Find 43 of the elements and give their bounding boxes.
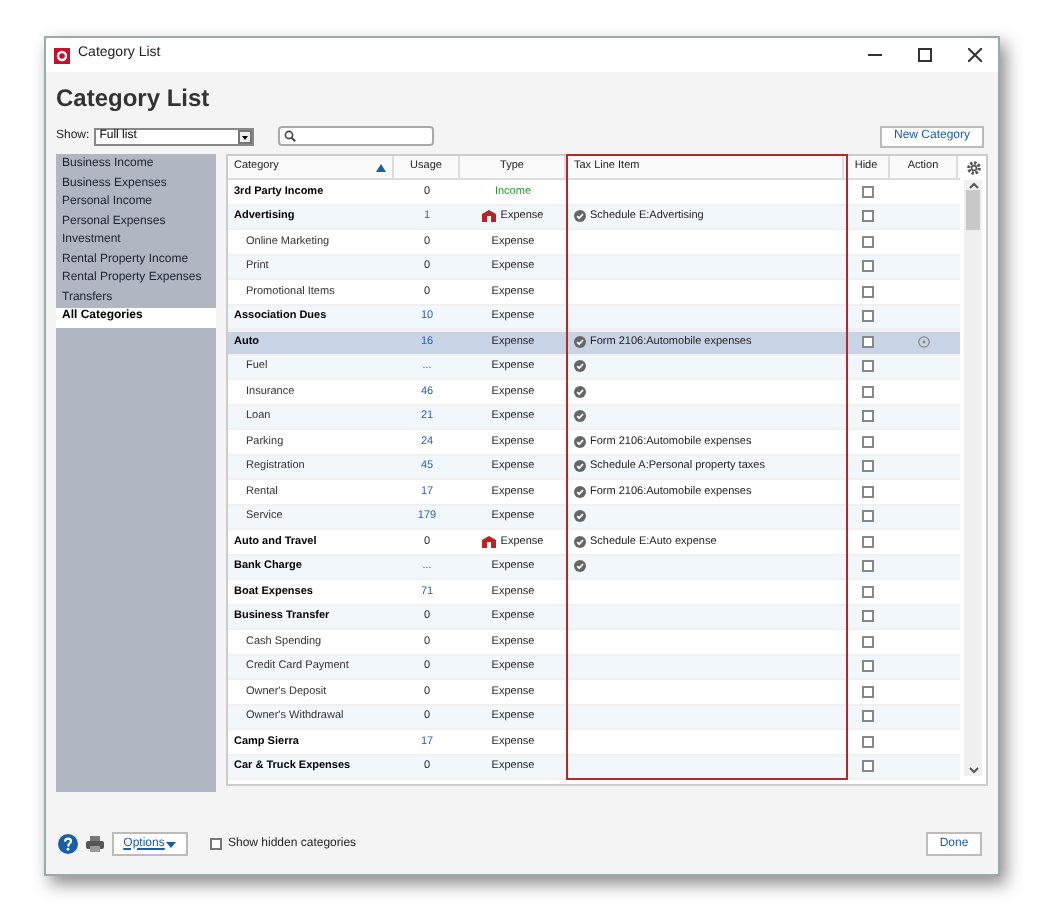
scroll-down-icon[interactable] — [967, 766, 980, 776]
hide-checkbox[interactable] — [861, 285, 873, 298]
hide-checkbox[interactable] — [861, 560, 873, 573]
hide-checkbox[interactable] — [861, 460, 873, 473]
hide-checkbox[interactable] — [861, 585, 873, 598]
scrollbar-thumb[interactable] — [966, 190, 981, 230]
hide-checkbox[interactable] — [861, 485, 873, 498]
hide-checkbox[interactable] — [861, 235, 873, 248]
app-icon — [54, 47, 70, 63]
scrollbar[interactable] — [964, 180, 983, 776]
hide-checkbox[interactable] — [861, 410, 873, 423]
hide-checkbox[interactable] — [861, 360, 873, 373]
hide-checkbox[interactable] — [861, 635, 873, 648]
hide-checkbox[interactable] — [861, 210, 873, 223]
close-icon[interactable] — [968, 48, 982, 62]
hide-checkbox[interactable] — [861, 510, 873, 523]
checkbox[interactable] — [210, 838, 222, 850]
hide-checkbox[interactable] — [861, 660, 873, 673]
hide-checkbox[interactable] — [861, 610, 873, 623]
hide-checkbox[interactable] — [861, 336, 873, 349]
search-icon — [283, 130, 296, 142]
hide-checkbox[interactable] — [861, 385, 873, 398]
hide-checkbox[interactable] — [861, 435, 873, 448]
printer-icon[interactable] — [86, 836, 104, 852]
hide-checkbox[interactable] — [861, 310, 873, 323]
scroll-up-icon[interactable] — [967, 180, 980, 190]
help-icon[interactable] — [58, 834, 78, 854]
hide-checkbox[interactable] — [861, 185, 873, 198]
hide-checkbox[interactable] — [861, 710, 873, 723]
action-menu-icon[interactable] — [918, 336, 930, 349]
caret-icon — [166, 841, 177, 847]
hide-checkbox[interactable] — [861, 735, 873, 748]
search-field[interactable] — [277, 126, 434, 146]
hide-checkbox[interactable] — [861, 760, 873, 773]
minimize-icon[interactable] — [868, 48, 882, 62]
sort-ascending-icon — [376, 163, 386, 171]
hide-checkbox[interactable] — [861, 685, 873, 698]
settings-icon[interactable] — [965, 160, 982, 176]
maximize-icon[interactable] — [918, 48, 932, 62]
hide-checkbox[interactable] — [861, 535, 873, 548]
hide-checkbox[interactable] — [861, 260, 873, 273]
dropdown-arrow-icon[interactable] — [237, 129, 252, 143]
dialog-heading: Category List — [56, 82, 212, 114]
